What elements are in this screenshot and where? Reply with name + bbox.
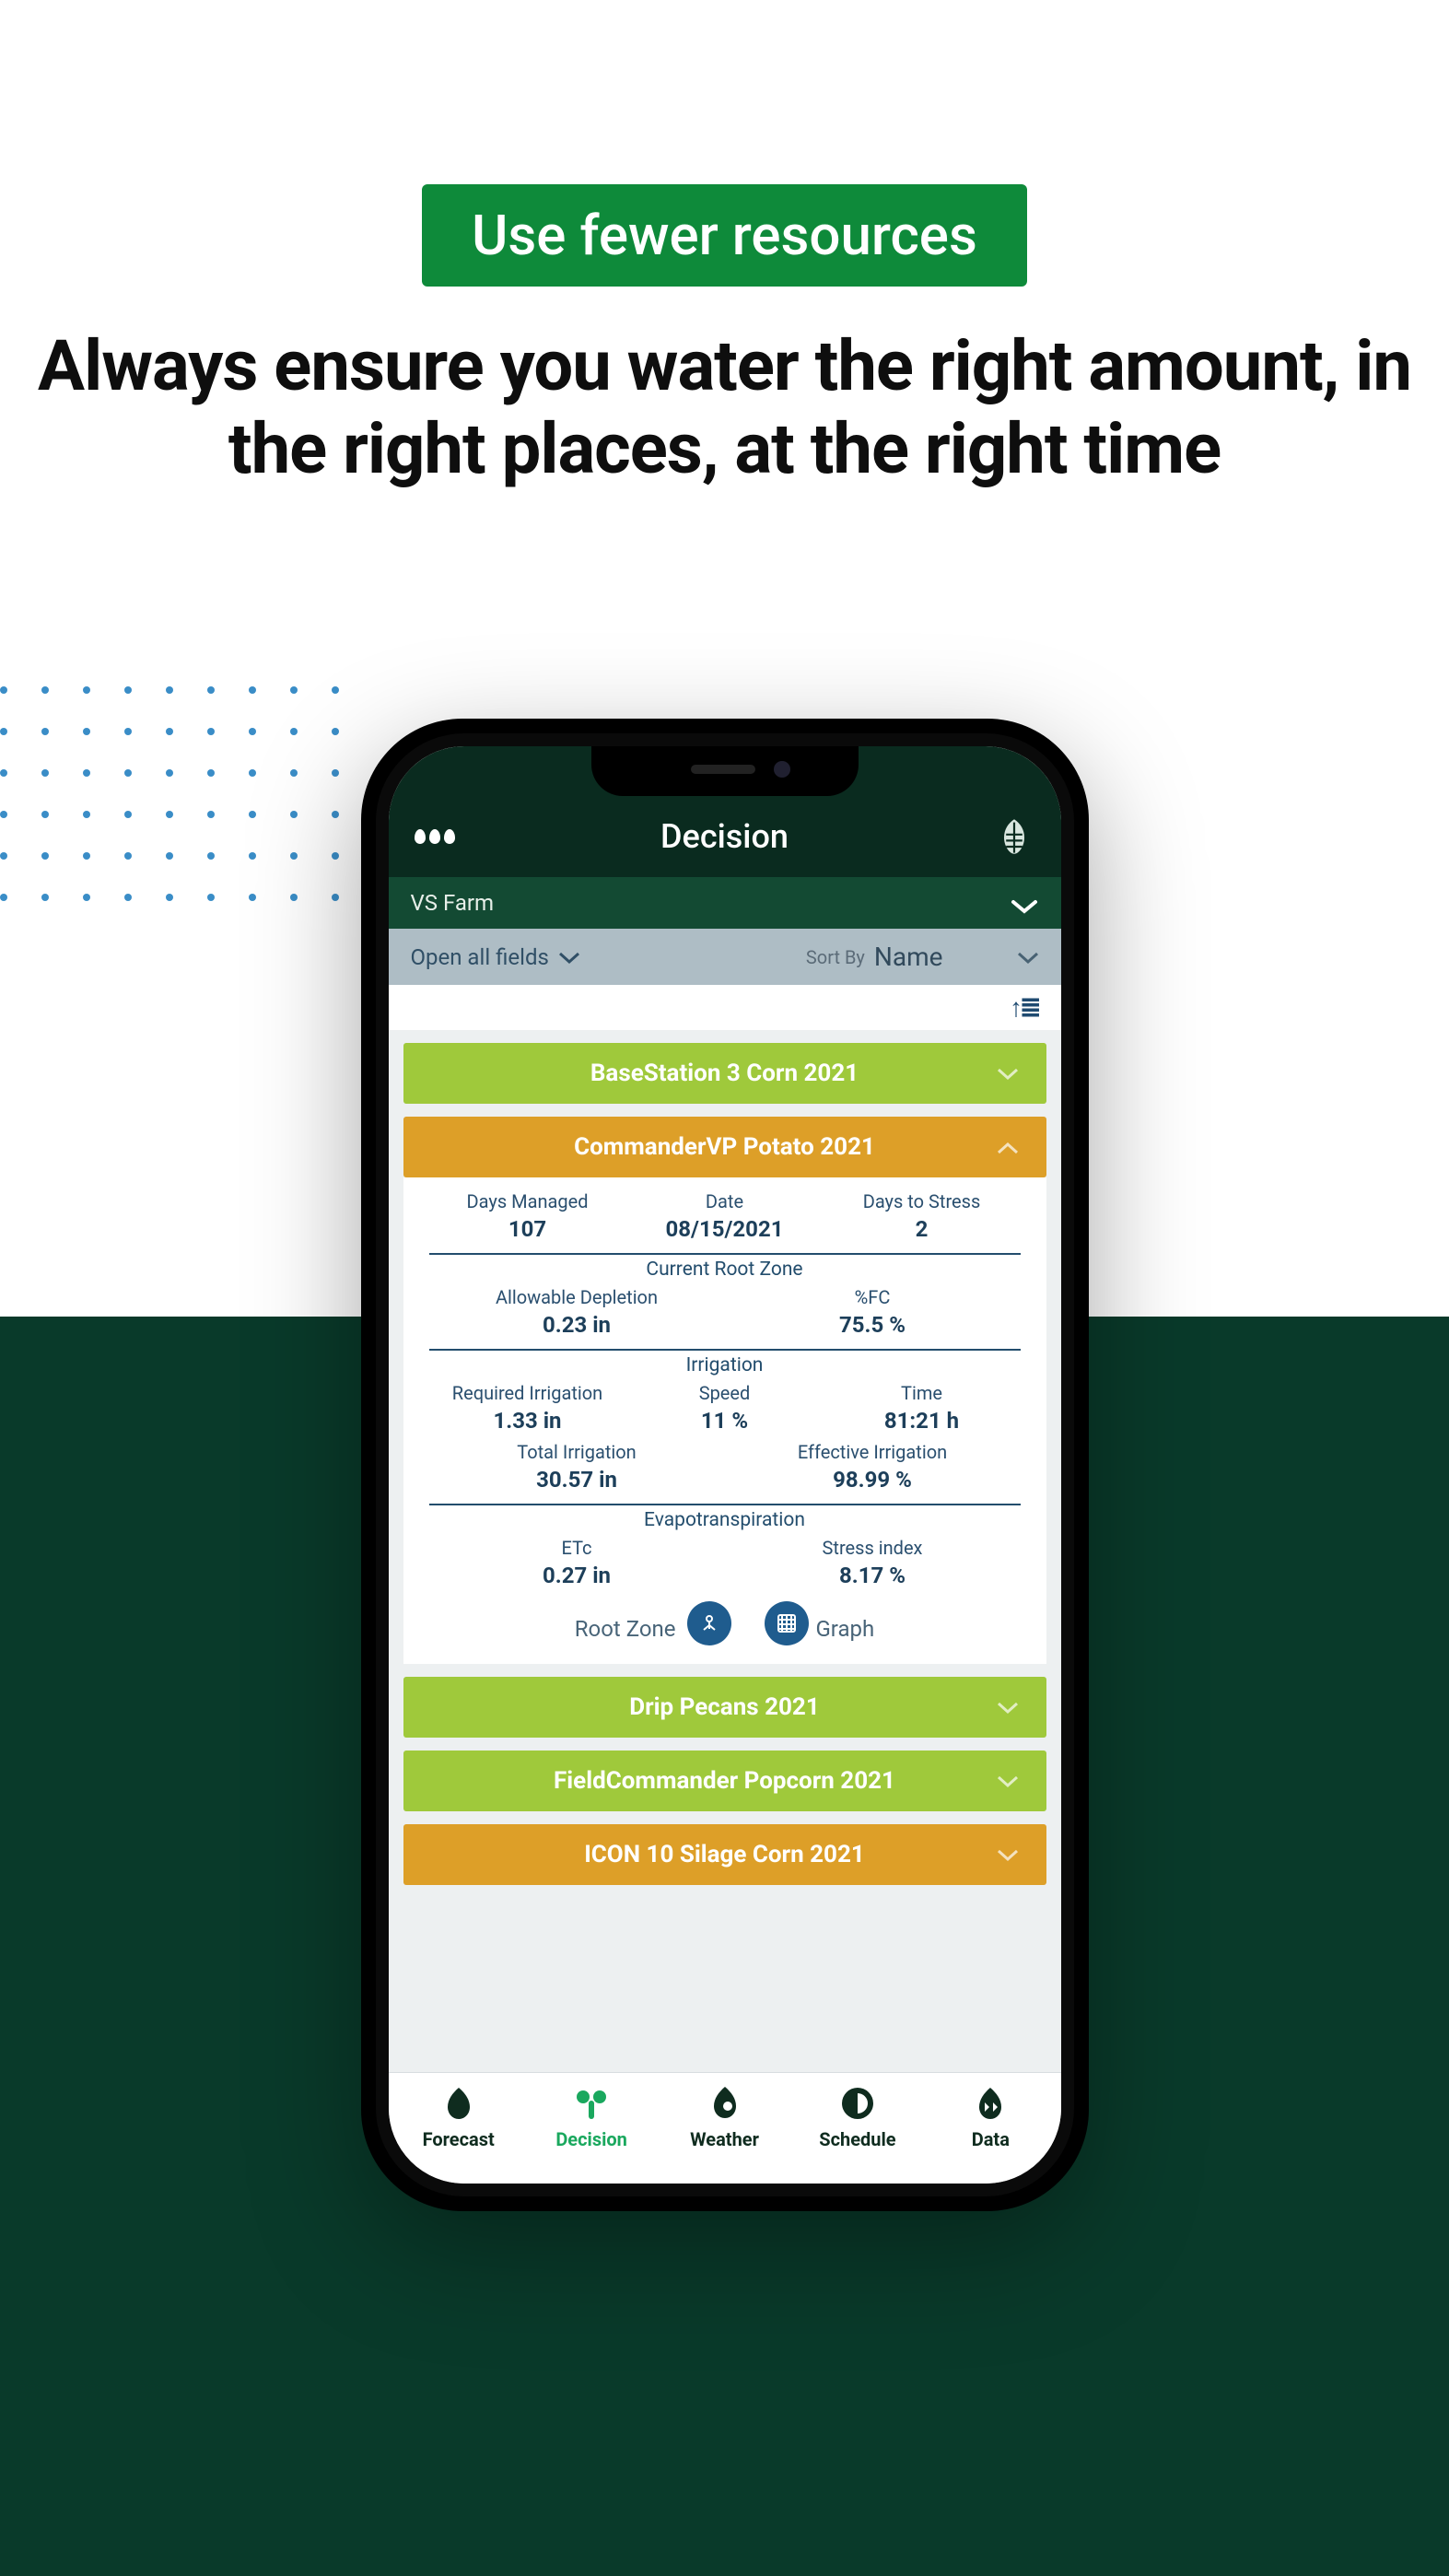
field-row[interactable]: BaseStation 3 Corn 2021	[403, 1043, 1046, 1104]
total-irrigation-value: 30.57 in	[429, 1467, 725, 1493]
tab-decision[interactable]: Decision	[525, 2084, 658, 2150]
brand-corn-icon[interactable]	[994, 816, 1034, 857]
graph-link-label: Graph	[815, 1616, 874, 1642]
field-name: ICON 10 Silage Corn 2021	[584, 1841, 865, 1868]
weather-icon	[706, 2084, 744, 2123]
tab-label: Data	[972, 2128, 1010, 2150]
stress-index-value: 8.17 %	[725, 1563, 1021, 1588]
sort-by-value[interactable]: Name	[874, 942, 943, 972]
chevron-down-icon	[1010, 895, 1039, 911]
farm-select-row[interactable]: VS Farm	[389, 877, 1061, 929]
promo-badge: Use fewer resources	[422, 184, 1027, 287]
promo-headline: Always ensure you water the right amount…	[0, 325, 1449, 490]
date-value: 08/15/2021	[626, 1216, 824, 1242]
chevron-down-icon	[997, 1841, 1019, 1868]
farm-name: VS Farm	[411, 890, 495, 916]
phone-notch	[591, 746, 859, 796]
stress-index-label: Stress index	[725, 1537, 1021, 1559]
open-all-label: Open all fields	[411, 944, 549, 970]
field-row[interactable]: CommanderVP Potato 2021	[403, 1117, 1046, 1177]
decorative-dots	[0, 686, 368, 1193]
speed-label: Speed	[626, 1382, 824, 1404]
time-label: Time	[824, 1382, 1021, 1404]
etc-value: 0.27 in	[429, 1563, 725, 1588]
app-root: Decision VS Farm Open all fields Sort By…	[389, 746, 1061, 2184]
promo-section: Use fewer resources Always ensure you wa…	[0, 0, 1449, 490]
root-zone-section-title: Current Root Zone	[429, 1259, 1021, 1281]
effective-irrigation-label: Effective Irrigation	[725, 1441, 1021, 1463]
page-title: Decision	[660, 817, 789, 856]
days-managed-value: 107	[429, 1216, 626, 1242]
effective-irrigation-value: 98.99 %	[725, 1467, 1021, 1493]
field-name: CommanderVP Potato 2021	[574, 1133, 875, 1161]
etc-label: ETc	[429, 1537, 725, 1559]
root-zone-icon	[687, 1601, 731, 1645]
field-detail-panel: Days Managed 107 Date 08/15/2021 Days to…	[403, 1177, 1046, 1664]
tab-data[interactable]: Data	[924, 2084, 1057, 2150]
allowable-depletion-label: Allowable Depletion	[429, 1286, 725, 1308]
graph-icon	[765, 1601, 809, 1645]
speed-value: 11 %	[626, 1408, 824, 1434]
forecast-icon	[439, 2084, 478, 2123]
field-row[interactable]: Drip Pecans 2021	[403, 1677, 1046, 1738]
field-name: Drip Pecans 2021	[629, 1693, 820, 1721]
root-zone-link[interactable]: Root Zone	[575, 1601, 733, 1645]
menu-drops-icon[interactable]	[415, 816, 455, 857]
tab-label: Forecast	[423, 2128, 495, 2150]
schedule-icon	[838, 2084, 877, 2123]
field-row[interactable]: FieldCommander Popcorn 2021	[403, 1751, 1046, 1811]
sort-by-label: Sort By	[806, 946, 865, 968]
chevron-up-icon	[997, 1133, 1019, 1161]
tab-label: Decision	[555, 2128, 627, 2150]
time-value: 81:21 h	[824, 1408, 1021, 1434]
chevron-down-icon	[997, 1693, 1019, 1721]
tab-schedule[interactable]: Schedule	[791, 2084, 924, 2150]
days-to-stress-label: Days to Stress	[824, 1190, 1021, 1212]
open-all-fields-button[interactable]: Open all fields	[411, 944, 580, 970]
decision-icon	[572, 2084, 611, 2123]
allowable-depletion-value: 0.23 in	[429, 1312, 725, 1338]
tab-bar: Forecast Decision Weather	[389, 2072, 1061, 2184]
chevron-down-icon	[997, 1060, 1019, 1087]
sort-row: Open all fields Sort By Name	[389, 929, 1061, 985]
fields-list: BaseStation 3 Corn 2021 CommanderVP Pota…	[389, 1030, 1061, 2072]
field-row[interactable]: ICON 10 Silage Corn 2021	[403, 1824, 1046, 1885]
days-managed-label: Days Managed	[429, 1190, 626, 1212]
field-name: BaseStation 3 Corn 2021	[590, 1060, 859, 1087]
chevron-down-icon[interactable]	[1017, 944, 1039, 970]
chevron-down-icon	[558, 944, 580, 970]
root-zone-link-label: Root Zone	[575, 1616, 676, 1642]
tab-forecast[interactable]: Forecast	[392, 2084, 525, 2150]
date-label: Date	[626, 1190, 824, 1212]
sort-direction-button[interactable]: ↑≣	[389, 985, 1061, 1030]
fc-label: %FC	[725, 1286, 1021, 1308]
graph-link[interactable]: Graph	[759, 1601, 875, 1645]
phone-screen: Decision VS Farm Open all fields Sort By…	[376, 733, 1074, 2196]
required-irrigation-value: 1.33 in	[429, 1408, 626, 1434]
chevron-down-icon	[997, 1767, 1019, 1795]
data-icon	[971, 2084, 1010, 2123]
title-bar: Decision	[389, 816, 1061, 877]
tab-weather[interactable]: Weather	[658, 2084, 790, 2150]
required-irrigation-label: Required Irrigation	[429, 1382, 626, 1404]
tab-label: Weather	[690, 2128, 759, 2150]
phone-frame: Decision VS Farm Open all fields Sort By…	[361, 719, 1089, 2211]
total-irrigation-label: Total Irrigation	[429, 1441, 725, 1463]
et-section-title: Evapotranspiration	[429, 1509, 1021, 1531]
field-name: FieldCommander Popcorn 2021	[554, 1767, 895, 1795]
tab-label: Schedule	[819, 2128, 895, 2150]
fc-value: 75.5 %	[725, 1312, 1021, 1338]
days-to-stress-value: 2	[824, 1216, 1021, 1242]
irrigation-section-title: Irrigation	[429, 1354, 1021, 1376]
